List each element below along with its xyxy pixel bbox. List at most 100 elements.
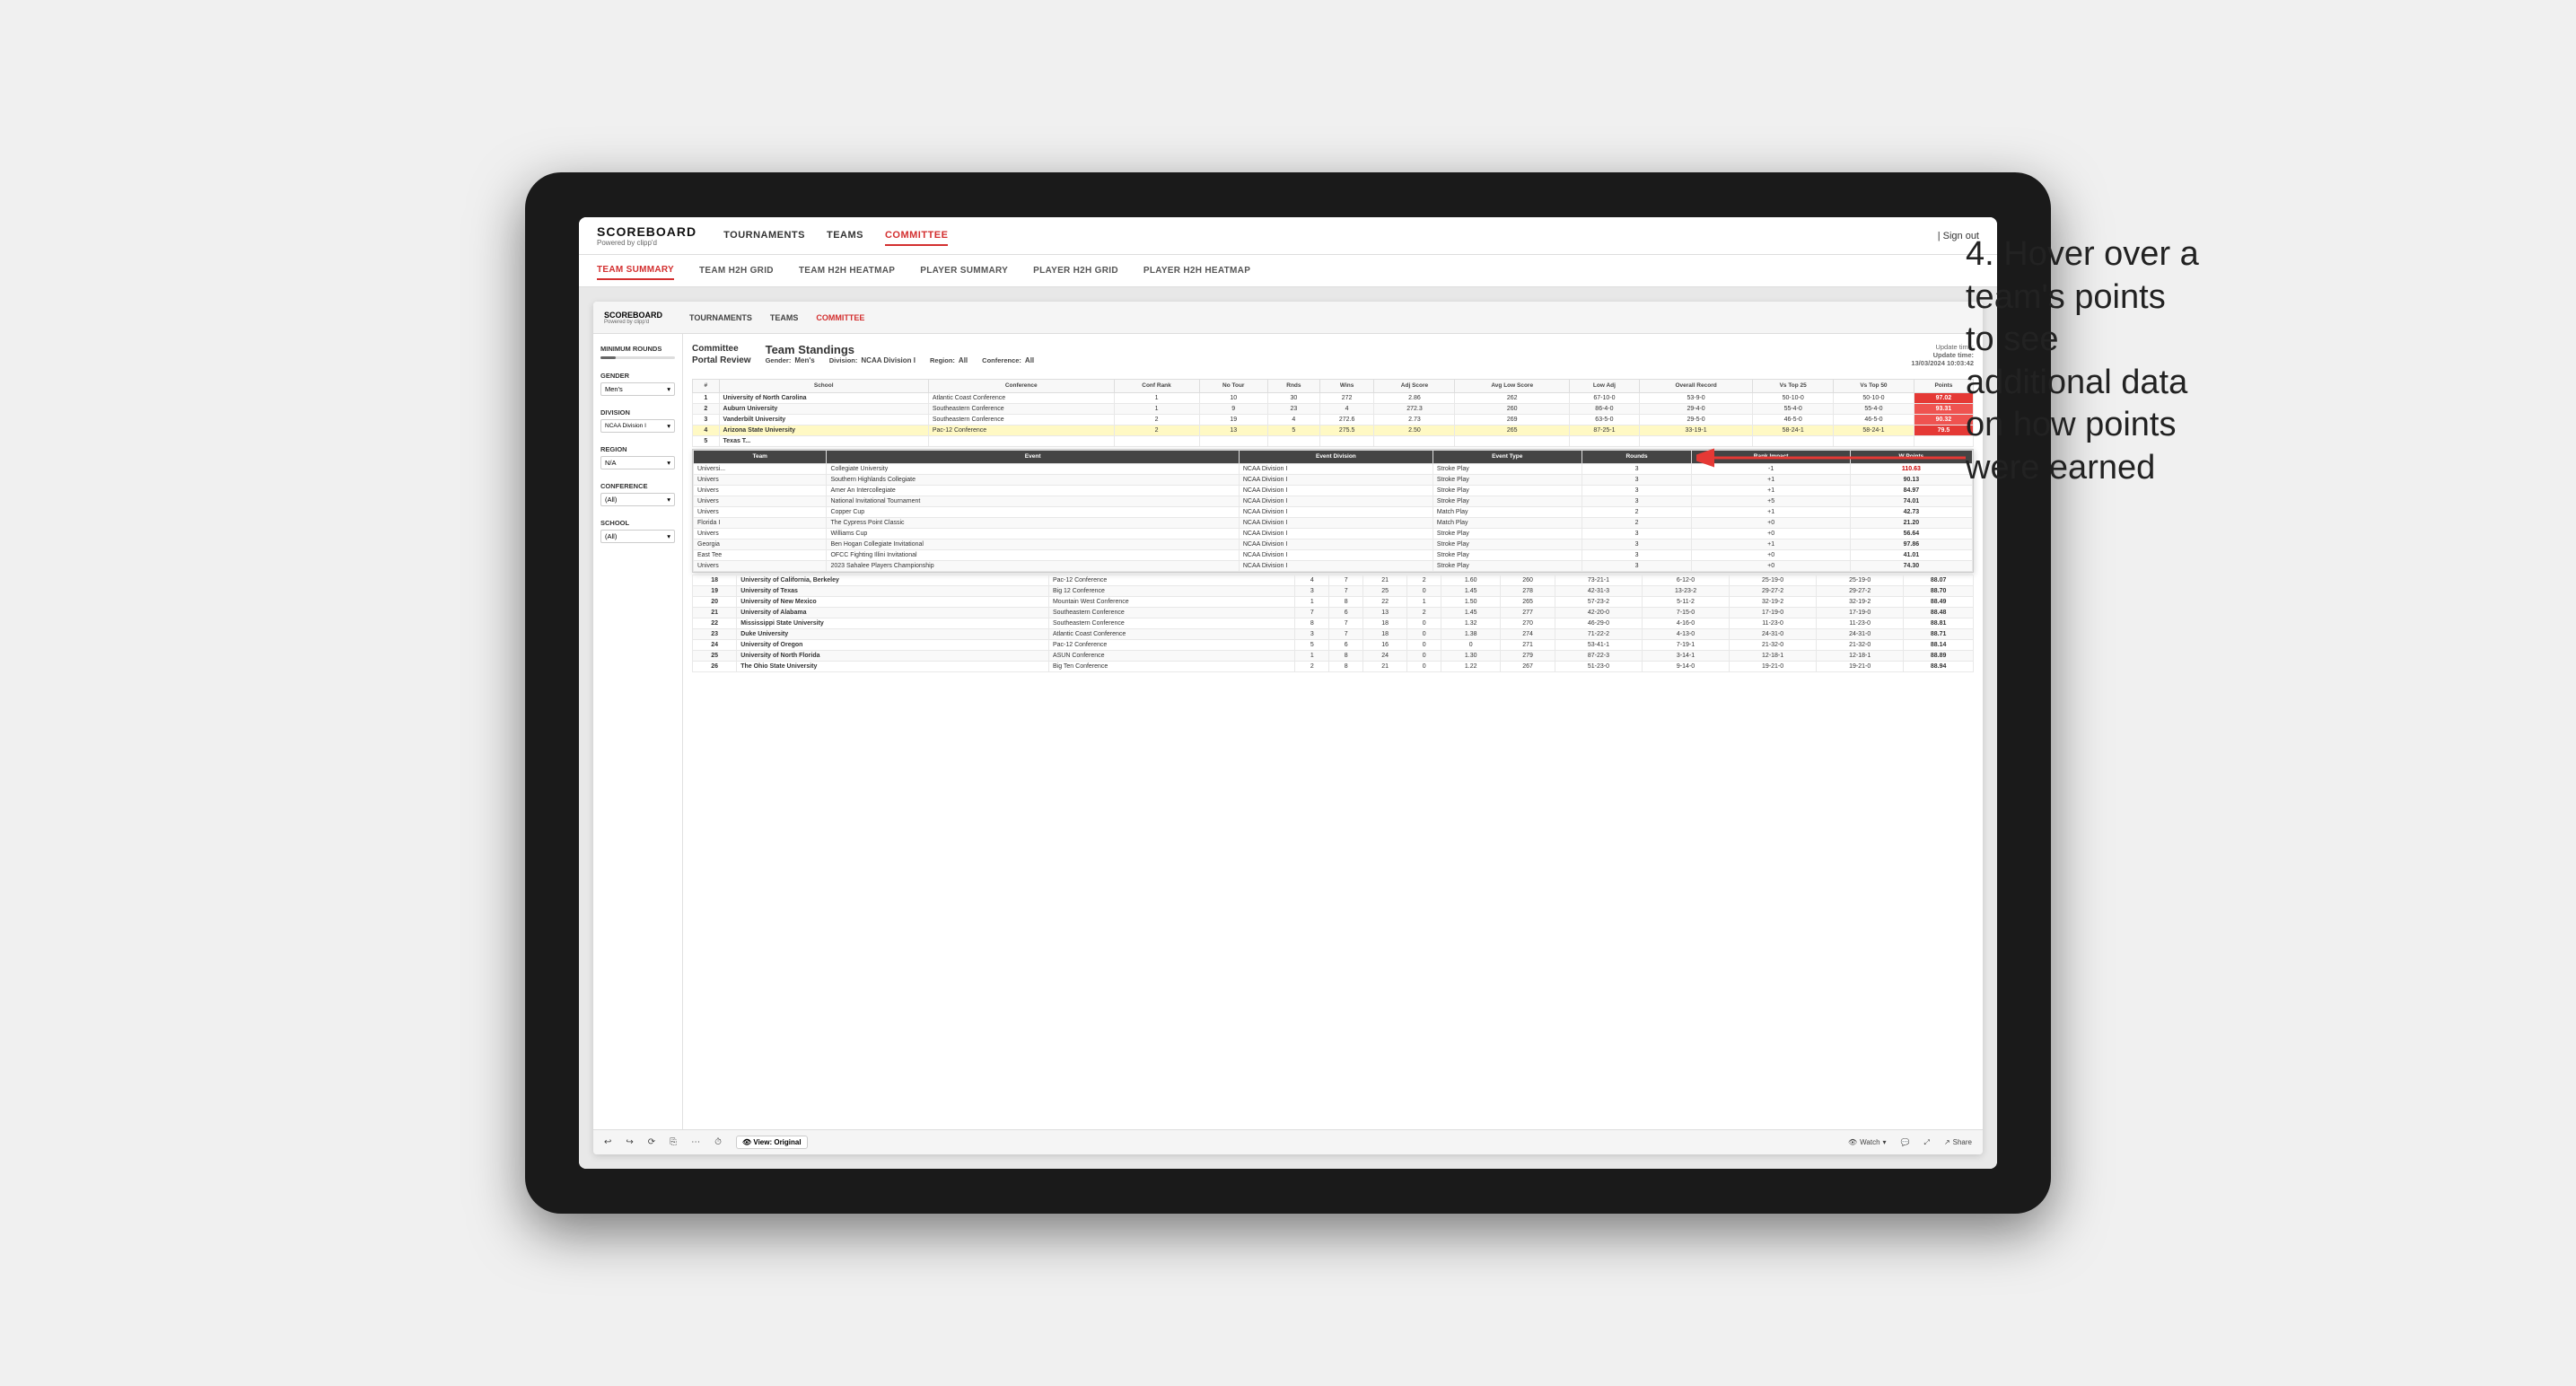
chevron-icon: ▾ [667, 459, 670, 467]
portal-title: CommitteePortal Review [692, 343, 751, 366]
copy-button[interactable]: ⎘ [670, 1137, 677, 1147]
fullscreen-button[interactable]: ⤢ [1924, 1138, 1930, 1147]
portal-title-area: CommitteePortal Review [692, 343, 751, 366]
col-conf: Conference [928, 380, 1114, 393]
filter-group-school: School (All) ▾ [600, 519, 675, 543]
col-adj-score: Adj Score [1374, 380, 1455, 393]
slider-fill [600, 356, 616, 359]
standings-title: Team Standings [766, 343, 1912, 356]
table-row[interactable]: 3 Vanderbilt University Southeastern Con… [693, 414, 1974, 425]
table-row[interactable]: 21 University of Alabama Southeastern Co… [693, 607, 1974, 618]
watch-button[interactable]: 👁 Watch ▾ [1848, 1138, 1887, 1146]
bottom-toolbar: ↩ ↪ ⟳ ⎘ ⋯ ⏱ [593, 1129, 1983, 1154]
nav-committee[interactable]: COMMITTEE [885, 226, 949, 246]
sc-nav-committee[interactable]: COMMITTEE [816, 313, 864, 322]
table-row[interactable]: 26 The Ohio State University Big Ten Con… [693, 661, 1974, 671]
annotation-text: 4. Hover over ateam's pointsto seeadditi… [1966, 233, 2432, 489]
bottom-standings-table: 18 University of California, Berkeley Pa… [692, 575, 1974, 672]
sc-logo-text: SCOREBOARD [604, 311, 662, 320]
table-row[interactable]: 18 University of California, Berkeley Pa… [693, 575, 1974, 585]
col-school: School [719, 380, 928, 393]
sub-nav: TEAM SUMMARY TEAM H2H GRID TEAM H2H HEAT… [579, 255, 1997, 287]
tablet-screen: SCOREBOARD Powered by clipp'd TOURNAMENT… [579, 217, 1997, 1169]
more-button[interactable]: ⋯ [691, 1137, 700, 1147]
col-event: Event [827, 450, 1239, 463]
undo-icon: ↩ [604, 1137, 611, 1147]
watch-icon: 👁 [1848, 1138, 1857, 1146]
region-val: All [959, 356, 968, 364]
comment-icon: 💬 [1901, 1138, 1910, 1146]
copy-icon: ⎘ [670, 1137, 677, 1147]
region-select[interactable]: N/A ▾ [600, 456, 675, 469]
min-rounds-slider[interactable] [600, 356, 675, 359]
sc-logo: SCOREBOARD Powered by clipp'd [604, 311, 662, 325]
col-no-tour: No Tour [1199, 380, 1268, 393]
main-nav: TOURNAMENTS TEAMS COMMITTEE [723, 226, 1938, 246]
share-button[interactable]: ↗ Share [1944, 1138, 1972, 1146]
table-row[interactable]: 22 Mississippi State University Southeas… [693, 618, 1974, 628]
subnav-player-summary[interactable]: PLAYER SUMMARY [920, 262, 1008, 279]
col-points: Points [1914, 380, 1973, 393]
table-row[interactable]: 23 Duke University Atlantic Coast Confer… [693, 628, 1974, 639]
update-time: Update time:Update time:13/03/2024 10:03… [1911, 343, 1974, 367]
redo-icon: ↪ [626, 1137, 633, 1147]
subnav-team-summary[interactable]: TEAM SUMMARY [597, 261, 674, 280]
subnav-team-h2h-grid[interactable]: TEAM H2H GRID [699, 262, 774, 279]
school-label: School [600, 519, 675, 527]
annotation-container: 4. Hover over ateam's pointsto seeadditi… [1966, 233, 2432, 489]
table-row[interactable]: 24 University of Oregon Pac-12 Conferenc… [693, 639, 1974, 650]
conference-chip: Conference: All [982, 356, 1034, 364]
filter-row: Gender: Men's Division: NCAA Division I … [766, 356, 1912, 364]
redo-button[interactable]: ↪ [626, 1137, 633, 1147]
scoreboard-header: SCOREBOARD Powered by clipp'd TOURNAMENT… [593, 302, 1983, 334]
table-row[interactable]: 2 Auburn University Southeastern Confere… [693, 403, 1974, 414]
tooltip-row: Georgia Ben Hogan Collegiate Invitationa… [694, 539, 1973, 549]
clock-button[interactable]: ⏱ [714, 1137, 722, 1147]
school-select[interactable]: (All) ▾ [600, 530, 675, 543]
gender-label: Gender [600, 372, 675, 380]
chevron-down-icon: ▾ [1883, 1138, 1887, 1146]
refresh-button[interactable]: ⟳ [648, 1137, 655, 1147]
tooltip-row: Univers National Invitational Tournament… [694, 496, 1973, 506]
table-row[interactable]: 20 University of New Mexico Mountain Wes… [693, 596, 1974, 607]
scoreboard-container: SCOREBOARD Powered by clipp'd TOURNAMENT… [593, 302, 1983, 1154]
tooltip-row: Florida I The Cypress Point Classic NCAA… [694, 517, 1973, 528]
subnav-team-h2h-heatmap[interactable]: TEAM H2H HEATMAP [799, 262, 895, 279]
view-original-button[interactable]: 👁 View: Original [736, 1136, 808, 1149]
undo-button[interactable]: ↩ [604, 1137, 611, 1147]
gender-select[interactable]: Men's ▾ [600, 382, 675, 396]
table-row[interactable]: 19 University of Texas Big 12 Conference… [693, 585, 1974, 596]
col-event-type: Event Type [1433, 450, 1582, 463]
red-arrow-svg [1696, 431, 1984, 485]
gender-val: Men's [794, 356, 814, 364]
division-select[interactable]: NCAA Division I ▾ [600, 419, 675, 433]
tooltip-row: Univers 2023 Sahalee Players Championshi… [694, 560, 1973, 571]
table-row[interactable]: 1 University of North Carolina Atlantic … [693, 392, 1974, 403]
table-row[interactable]: 25 University of North Florida ASUN Conf… [693, 650, 1974, 661]
filters-sidebar: Minimum Rounds Gender Men's ▾ [593, 334, 683, 1129]
sc-nav-tournaments[interactable]: TOURNAMENTS [689, 313, 752, 322]
subnav-player-h2h-heatmap[interactable]: PLAYER H2H HEATMAP [1143, 262, 1250, 279]
sc-nav-teams[interactable]: TEAMS [770, 313, 799, 322]
division-label: Division [600, 408, 675, 417]
clock-icon: ⏱ [714, 1137, 722, 1147]
conference-select[interactable]: (All) ▾ [600, 493, 675, 506]
subnav-player-h2h-grid[interactable]: PLAYER H2H GRID [1033, 262, 1118, 279]
tooltip-row: Univers Copper Cup NCAA Division I Match… [694, 506, 1973, 517]
division-chip: Division: NCAA Division I [829, 356, 916, 364]
region-label: Region [600, 445, 675, 453]
col-avg-low: Avg Low Score [1455, 380, 1569, 393]
app-logo: SCOREBOARD [597, 224, 697, 239]
chevron-icon: ▾ [667, 496, 670, 504]
col-rnds: Rnds [1268, 380, 1320, 393]
comment-button[interactable]: 💬 [1901, 1138, 1910, 1146]
standings-section: Team Standings Gender: Men's Division: N… [766, 343, 1912, 372]
col-low-adj: Low Adj [1569, 380, 1639, 393]
red-arrow-container [1696, 431, 1984, 489]
view-icon: 👁 [742, 1138, 751, 1146]
conference-label: Conference [600, 482, 675, 490]
chevron-icon: ▾ [667, 385, 670, 393]
nav-teams[interactable]: TEAMS [827, 226, 863, 246]
chevron-icon: ▾ [667, 422, 670, 430]
nav-tournaments[interactable]: TOURNAMENTS [723, 226, 805, 246]
